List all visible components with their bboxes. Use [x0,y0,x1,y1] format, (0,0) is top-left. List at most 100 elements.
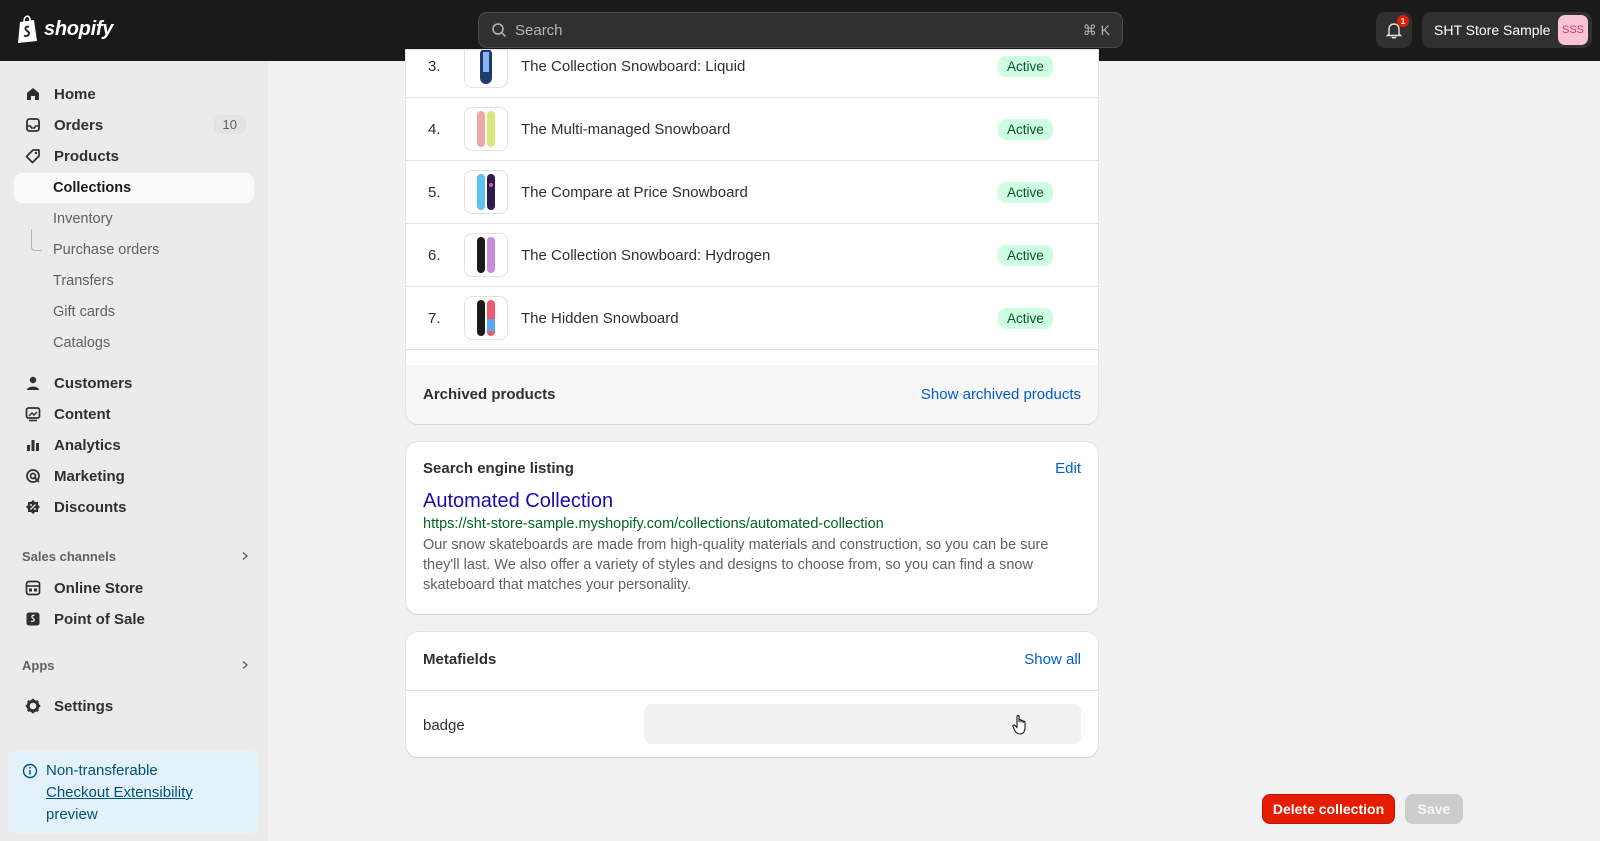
metafields-card: Metafields Show all badge [406,632,1098,757]
collection-products-card: 3. The Collection Snowboard: Liquid Acti… [406,50,1098,424]
sidebar-item-discounts[interactable]: Discounts [14,492,254,522]
notice-line-1: Non-transferable [46,762,158,779]
table-row[interactable]: 6. The Collection Snowboard: Hydrogen Ac… [406,224,1098,287]
snowboard-image [477,174,495,210]
product-number: 5. [428,183,441,201]
sidebar-item-label: Products [54,147,120,165]
sidebar-item-content[interactable]: Content [14,399,254,429]
status-badge: Active [998,307,1053,329]
search-engine-listing-card: Search engine listing Edit Automated Col… [406,442,1098,614]
seo-preview-url: https://sht-store-sample.myshopify.com/c… [423,516,884,532]
product-title[interactable]: The Compare at Price Snowboard [521,184,748,201]
seo-preview-description: Our snow skateboards are made from high-… [423,537,1049,593]
product-thumbnail [464,233,508,277]
apps-header[interactable]: Apps [22,654,250,676]
archived-products-title: Archived products [423,386,556,403]
bar-chart-icon [24,436,42,454]
sidebar-item-home[interactable]: Home [14,79,254,109]
orders-count-badge: 10 [213,115,246,134]
sidebar-item-gift-cards[interactable]: Gift cards [14,297,254,327]
sidebar: Home Orders 10 Products Collections Inve… [0,61,268,841]
show-all-metafields-link[interactable]: Show all [1024,651,1081,668]
product-number: 7. [428,309,441,327]
sidebar-item-purchase-orders[interactable]: Purchase orders [14,235,254,265]
product-number: 4. [428,120,441,138]
sidebar-item-collections[interactable]: Collections [14,173,254,203]
search-bar[interactable]: Search ⌘ K [478,12,1123,48]
sidebar-item-inventory[interactable]: Inventory [14,204,254,234]
discount-icon [24,498,42,516]
sidebar-item-catalogs[interactable]: Catalogs [14,328,254,358]
table-row[interactable]: 3. The Collection Snowboard: Liquid Acti… [406,50,1098,98]
status-badge: Active [998,55,1053,77]
notification-badge: 1 [1397,15,1409,27]
save-button[interactable]: Save [1405,794,1463,824]
product-thumbnail [464,170,508,214]
snowboard-image [480,50,492,84]
home-icon [24,85,42,103]
sidebar-item-label: Collections [53,180,132,196]
sidebar-item-label: Online Store [54,579,144,597]
logo-text: shopify [44,17,114,40]
hand-cursor-icon [1012,714,1026,735]
show-archived-products-link[interactable]: Show archived products [921,386,1081,403]
sidebar-item-customers[interactable]: Customers [14,368,254,398]
divider [406,690,1098,691]
snowboard-image [477,111,495,147]
metafield-label: badge [423,717,465,734]
table-row[interactable]: 7. The Hidden Snowboard Active [406,287,1098,350]
sidebar-item-settings[interactable]: Settings [14,691,254,721]
sidebar-item-label: Inventory [53,211,113,227]
sidebar-item-label: Orders [54,116,104,134]
product-title[interactable]: The Collection Snowboard: Liquid [521,58,745,75]
checkout-extensibility-notice: Non-transferable Checkout Extensibility … [8,750,258,834]
shopify-bag-icon [18,15,37,43]
checkout-extensibility-link[interactable]: Checkout Extensibility [46,782,246,804]
table-row[interactable]: 5. The Compare at Price Snowboard Active [406,161,1098,224]
sidebar-item-label: Discounts [54,498,127,516]
delete-collection-button[interactable]: Delete collection [1262,794,1395,824]
sidebar-item-label: Transfers [53,273,114,289]
gear-icon [24,697,42,715]
shopify-logo[interactable]: shopify [16,14,113,44]
sidebar-item-point-of-sale[interactable]: Point of Sale [14,604,254,634]
notifications-button[interactable]: 1 [1376,12,1412,48]
sales-channels-label: Sales channels [22,548,116,564]
product-thumbnail [464,50,508,88]
sidebar-item-orders[interactable]: Orders 10 [14,110,254,140]
product-title[interactable]: The Hidden Snowboard [521,310,679,327]
edit-seo-link[interactable]: Edit [1055,460,1081,477]
product-title[interactable]: The Collection Snowboard: Hydrogen [521,247,770,264]
sales-channels-header[interactable]: Sales channels [22,545,250,567]
search-shortcut: ⌘ K [1082,21,1110,38]
inbox-icon [24,116,42,134]
sidebar-item-online-store[interactable]: Online Store [14,573,254,603]
sidebar-item-analytics[interactable]: Analytics [14,430,254,460]
table-row[interactable]: 4. The Multi-managed Snowboard Active [406,98,1098,161]
sidebar-item-label: Settings [54,697,114,715]
notice-line-3: preview [46,806,98,823]
tag-icon [24,147,42,165]
content-icon [24,405,42,423]
sidebar-item-marketing[interactable]: Marketing [14,461,254,491]
sidebar-item-label: Catalogs [53,335,111,351]
person-icon [24,374,42,392]
chevron-right-icon [242,660,249,670]
seo-preview-title: Automated Collection [423,490,614,512]
product-number: 6. [428,246,441,264]
sidebar-item-transfers[interactable]: Transfers [14,266,254,296]
store-menu-button[interactable]: SHT Store Sample SSS [1422,12,1592,48]
avatar: SSS [1558,15,1588,45]
card-title: Metafields [423,651,497,668]
status-badge: Active [998,244,1053,266]
sidebar-item-label: Purchase orders [53,242,160,258]
search-icon [492,23,507,38]
chevron-right-icon [242,551,249,561]
sidebar-item-products[interactable]: Products [14,141,254,171]
sidebar-item-label: Gift cards [53,304,116,320]
target-icon [24,467,42,485]
product-title[interactable]: The Multi-managed Snowboard [521,121,730,138]
card-title: Search engine listing [423,460,574,477]
apps-label: Apps [22,657,55,673]
sidebar-item-label: Marketing [54,467,125,485]
